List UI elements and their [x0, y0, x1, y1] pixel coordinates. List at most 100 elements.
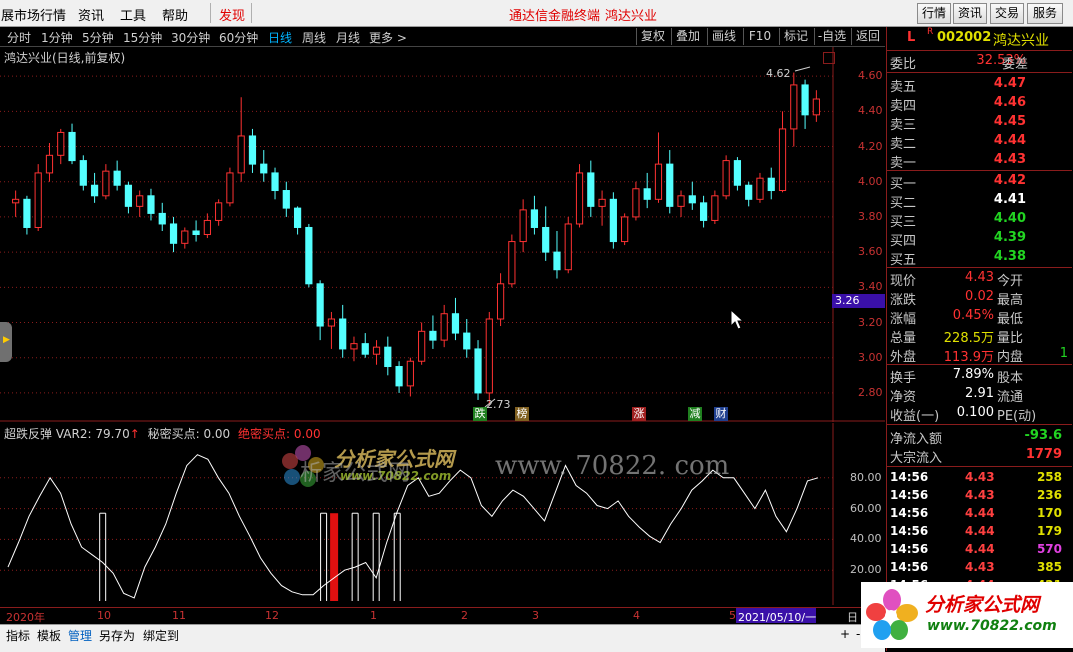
buy-row[interactable]: 买一 4.42 — [887, 172, 1072, 192]
candle[interactable] — [282, 190, 290, 209]
sell-row[interactable]: 卖四 4.46 — [887, 94, 1072, 114]
candle[interactable] — [767, 177, 775, 192]
candle[interactable] — [406, 360, 414, 387]
candle[interactable] — [192, 230, 200, 236]
period-more[interactable]: 更多 > — [369, 29, 407, 46]
mark-button[interactable]: 标记 — [779, 28, 812, 45]
candle[interactable] — [339, 318, 347, 350]
candle[interactable] — [474, 348, 482, 394]
candle[interactable] — [508, 241, 516, 285]
candle[interactable] — [722, 160, 730, 197]
period-1min[interactable]: 1分钟 — [41, 29, 73, 46]
sell-row[interactable]: 卖三 4.45 — [887, 113, 1072, 133]
candle[interactable] — [215, 202, 223, 221]
tab-manage[interactable]: 管理 — [68, 627, 92, 644]
candle[interactable] — [271, 172, 279, 192]
indicator-name[interactable]: 超跌反弹 — [4, 427, 52, 441]
candle[interactable] — [68, 131, 76, 162]
zoom-out-button[interactable]: - — [856, 627, 860, 641]
main-chart[interactable]: 鸿达兴业(日线,前复权) 4.60 4.40 4.20 4.00 3.80 3.60 3.4… — [0, 47, 885, 422]
candle[interactable] — [711, 195, 719, 221]
candle[interactable] — [621, 216, 629, 243]
candle[interactable] — [248, 135, 257, 165]
candle[interactable] — [778, 128, 787, 192]
candle[interactable] — [553, 251, 561, 271]
menu-help[interactable]: 帮助 — [162, 5, 188, 24]
candle[interactable] — [203, 219, 211, 236]
service-button[interactable]: 服务 — [1027, 3, 1063, 24]
event-tag-finance[interactable]: 财 — [714, 407, 728, 421]
candle[interactable] — [136, 195, 144, 207]
candle[interactable] — [609, 198, 617, 243]
period-daily[interactable]: 日线 — [268, 29, 292, 46]
candle[interactable] — [79, 160, 87, 186]
f10-button[interactable]: F10 — [743, 28, 776, 45]
candle[interactable] — [463, 332, 471, 350]
candle[interactable] — [113, 170, 121, 186]
candle[interactable] — [181, 230, 189, 244]
period-5min[interactable]: 5分钟 — [82, 29, 114, 46]
period-weekly[interactable]: 周线 — [302, 29, 326, 46]
candle[interactable] — [699, 202, 708, 221]
tab-indicator[interactable]: 指标 — [6, 627, 30, 644]
candle[interactable] — [812, 98, 820, 116]
tab-template[interactable]: 模板 — [37, 627, 61, 644]
sell-row[interactable]: 卖一 4.43 — [887, 151, 1072, 171]
candle[interactable] — [429, 330, 437, 341]
candle[interactable] — [12, 198, 20, 204]
candle[interactable] — [226, 172, 234, 204]
candle[interactable] — [158, 212, 166, 225]
day-scale-label[interactable]: 日 — [847, 609, 858, 625]
candle[interactable] — [90, 184, 99, 197]
period-15min[interactable]: 15分钟 — [123, 29, 162, 46]
candle[interactable] — [169, 223, 178, 244]
buy-row[interactable]: 买五 4.38 — [887, 248, 1072, 268]
watchlist-button[interactable]: -自选 — [814, 28, 849, 45]
menu-discover[interactable]: 发现 — [219, 5, 245, 24]
candle[interactable] — [34, 172, 42, 228]
candle[interactable] — [102, 170, 110, 197]
candle[interactable] — [564, 223, 572, 271]
candle[interactable] — [756, 177, 764, 200]
candle[interactable] — [745, 184, 753, 200]
period-30min[interactable]: 30分钟 — [171, 29, 210, 46]
candle[interactable] — [350, 343, 358, 350]
candle[interactable] — [530, 209, 539, 228]
tab-bind-to[interactable]: 绑定到 — [143, 627, 179, 644]
trade-button[interactable]: 交易 — [990, 3, 1024, 24]
quote-button[interactable]: 行情 — [917, 3, 951, 24]
candle[interactable] — [418, 330, 426, 362]
adjust-button[interactable]: 复权 — [636, 28, 669, 45]
sell-row[interactable]: 卖五 4.47 — [887, 75, 1072, 95]
sell-row[interactable]: 卖二 4.44 — [887, 132, 1072, 152]
candle[interactable] — [23, 198, 31, 228]
menu-news[interactable]: 资讯 — [78, 5, 104, 24]
candle[interactable] — [293, 207, 302, 228]
news-button[interactable]: 资讯 — [953, 3, 987, 24]
candle[interactable] — [237, 135, 245, 174]
candle[interactable] — [305, 226, 313, 285]
candle[interactable] — [124, 184, 133, 207]
candle[interactable] — [147, 195, 155, 214]
candle[interactable] — [485, 318, 493, 394]
candle[interactable] — [801, 84, 809, 116]
event-tag-drop[interactable]: 跌 — [473, 407, 487, 421]
left-collapse-handle[interactable]: ▶ — [0, 322, 12, 362]
candle[interactable] — [384, 346, 392, 368]
candle[interactable] — [372, 346, 381, 355]
candle[interactable] — [733, 160, 742, 186]
candle[interactable] — [575, 172, 584, 225]
candle[interactable] — [440, 313, 448, 341]
menu-tools[interactable]: 工具 — [120, 5, 146, 24]
candle[interactable] — [395, 366, 403, 387]
candle[interactable] — [361, 343, 369, 355]
event-tag-rank[interactable]: 榜 — [515, 407, 529, 421]
stock-name[interactable]: 鸿达兴业 — [993, 30, 1049, 50]
candle[interactable] — [790, 84, 798, 130]
candle[interactable] — [666, 163, 674, 207]
event-tag-reduce[interactable]: 减 — [688, 407, 702, 421]
period-timeshare[interactable]: 分时 — [7, 29, 31, 46]
candle[interactable] — [45, 154, 54, 174]
period-60min[interactable]: 60分钟 — [219, 29, 258, 46]
draw-button[interactable]: 画线 — [707, 28, 740, 45]
